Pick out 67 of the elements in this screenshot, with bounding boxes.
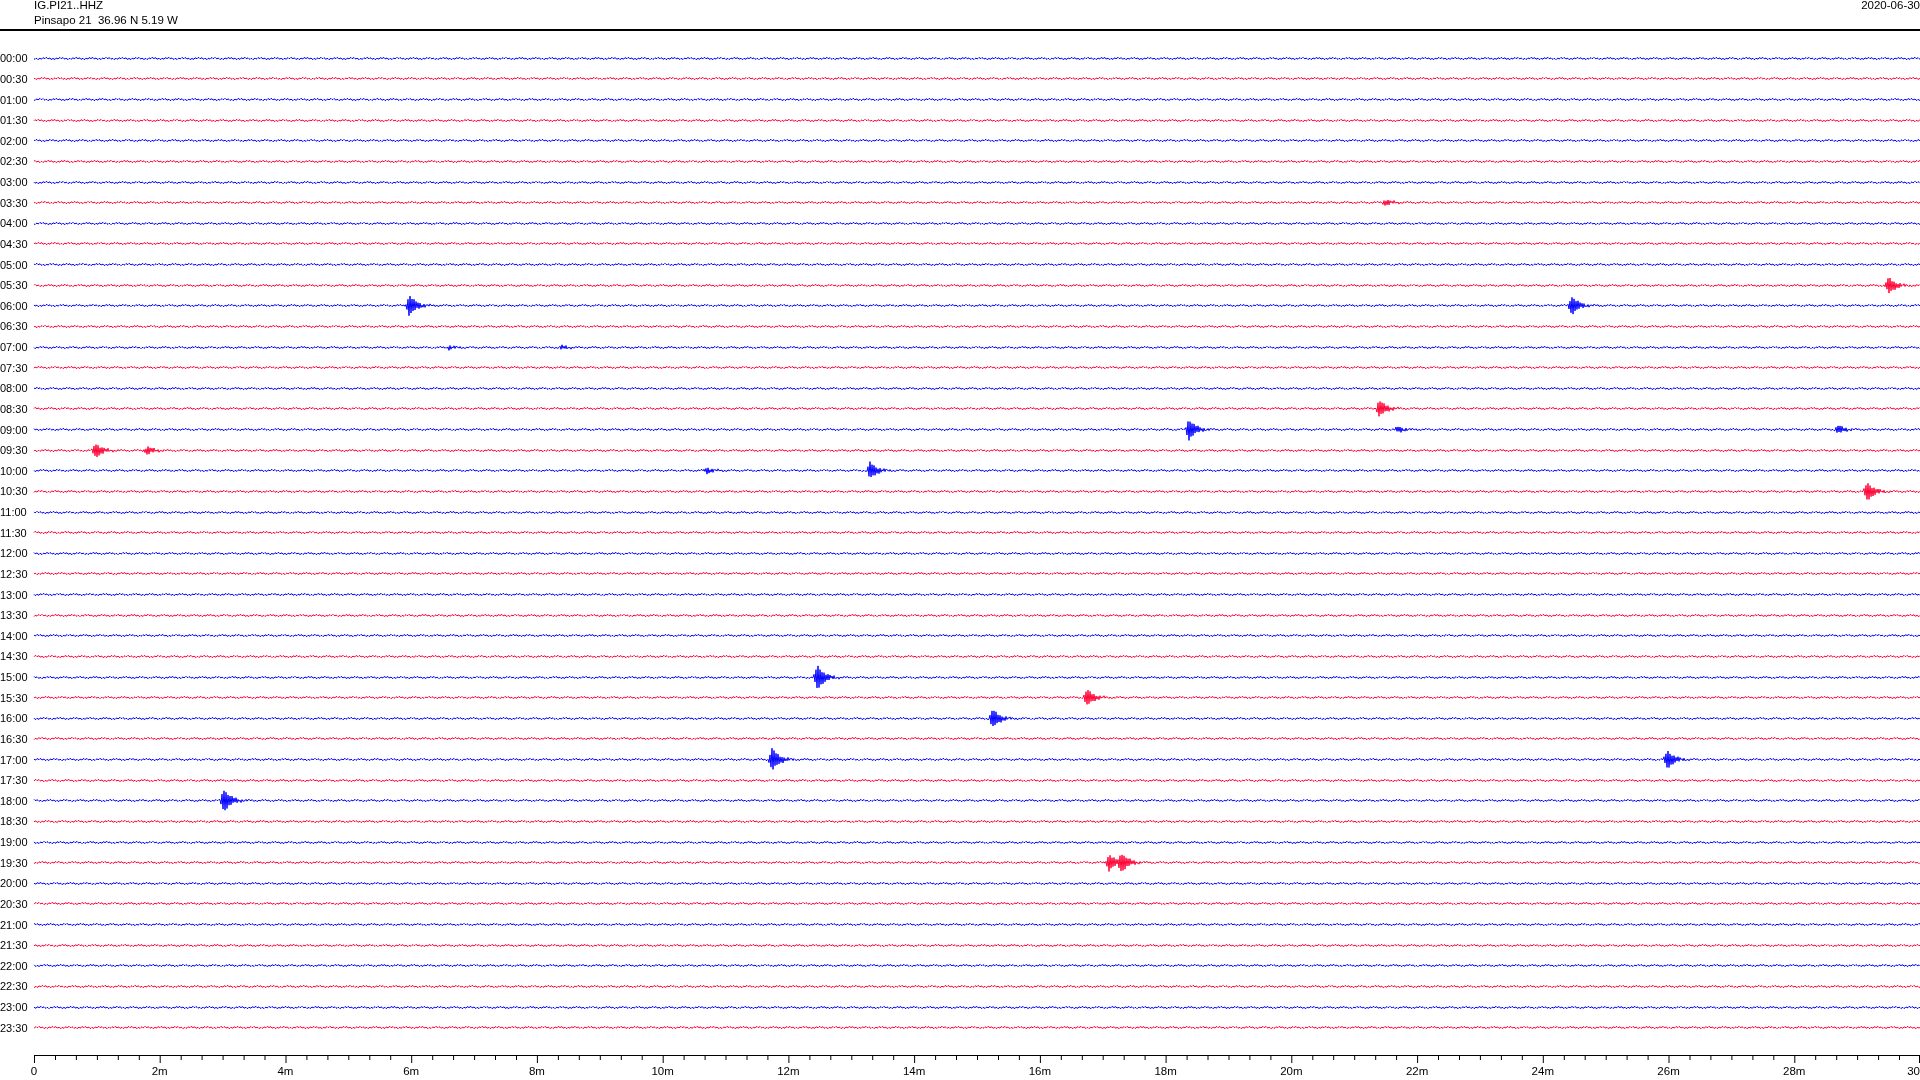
- axis-label: 4m: [277, 1064, 294, 1078]
- time-label: 05:00: [0, 258, 29, 271]
- time-label: 01:00: [0, 93, 29, 106]
- time-label: 22:00: [0, 959, 29, 972]
- date-label: 2020-06-30: [1861, 0, 1920, 12]
- time-label: 18:30: [0, 815, 29, 828]
- station-code: IG.PI21..HHZ: [34, 0, 104, 12]
- time-label: 02:00: [0, 134, 29, 147]
- time-label: 22:30: [0, 980, 29, 993]
- time-label: 09:30: [0, 444, 29, 457]
- axis-label: 0: [30, 1064, 38, 1078]
- time-label: 03:30: [0, 196, 29, 209]
- time-label: 08:00: [0, 382, 29, 395]
- axis-label: 26m: [1657, 1064, 1680, 1078]
- axis-label: 14m: [902, 1064, 926, 1078]
- time-label: 18:00: [0, 794, 29, 807]
- axis-label: 12m: [777, 1064, 800, 1078]
- axis-label: 2m: [151, 1064, 168, 1078]
- time-label: 07:30: [0, 361, 29, 374]
- axis-label: 22m: [1405, 1064, 1429, 1078]
- time-label: 14:00: [0, 629, 29, 642]
- time-label: 21:30: [0, 939, 29, 952]
- axis-label: 24m: [1531, 1064, 1554, 1078]
- time-label: 15:30: [0, 691, 29, 704]
- time-label: 08:30: [0, 402, 29, 415]
- time-label: 11:30: [0, 526, 28, 539]
- time-label: 00:00: [0, 52, 29, 65]
- time-label: 00:30: [0, 72, 29, 85]
- station-location: Pinsapo 21 36.96 N 5.19 W: [34, 13, 178, 27]
- time-label: 11:00: [0, 506, 28, 519]
- time-label: 07:00: [0, 341, 29, 354]
- time-label: 03:00: [0, 176, 29, 189]
- time-label: 06:30: [0, 320, 29, 333]
- axis-label: 16m: [1028, 1064, 1052, 1078]
- axis-label: 10m: [651, 1064, 674, 1078]
- axis-label: 6m: [403, 1064, 420, 1078]
- time-label: 13:30: [0, 609, 29, 622]
- time-label: 16:30: [0, 732, 29, 745]
- time-label: 23:00: [0, 1001, 29, 1014]
- time-label: 19:00: [0, 836, 29, 849]
- time-label: 23:30: [0, 1021, 29, 1034]
- time-label: 04:30: [0, 237, 29, 250]
- time-label: 10:30: [0, 485, 29, 498]
- time-label: 17:00: [0, 753, 29, 766]
- time-label: 21:00: [0, 918, 29, 931]
- time-label: 02:30: [0, 155, 29, 168]
- time-label: 20:30: [0, 897, 29, 910]
- time-label: 12:30: [0, 567, 29, 580]
- time-label: 16:00: [0, 712, 29, 725]
- time-label: 10:00: [0, 464, 29, 477]
- time-label: 09:00: [0, 423, 29, 436]
- time-label: 06:00: [0, 299, 29, 312]
- time-label: 01:30: [0, 114, 29, 127]
- time-label: 17:30: [0, 774, 29, 787]
- axis-label: 28m: [1783, 1064, 1806, 1078]
- time-label: 19:30: [0, 856, 29, 869]
- time-label: 05:30: [0, 279, 29, 292]
- axis-label: 18m: [1154, 1064, 1177, 1078]
- time-label: 15:00: [0, 671, 29, 684]
- time-label: 04:00: [0, 217, 29, 230]
- axis-label: 20m: [1280, 1064, 1303, 1078]
- time-label: 13:00: [0, 588, 29, 601]
- axis-label: 8m: [528, 1064, 545, 1078]
- axis-label: 30: [1907, 1064, 1920, 1078]
- time-label: 20:00: [0, 877, 29, 890]
- time-label: 12:00: [0, 547, 29, 560]
- time-label: 14:30: [0, 650, 29, 663]
